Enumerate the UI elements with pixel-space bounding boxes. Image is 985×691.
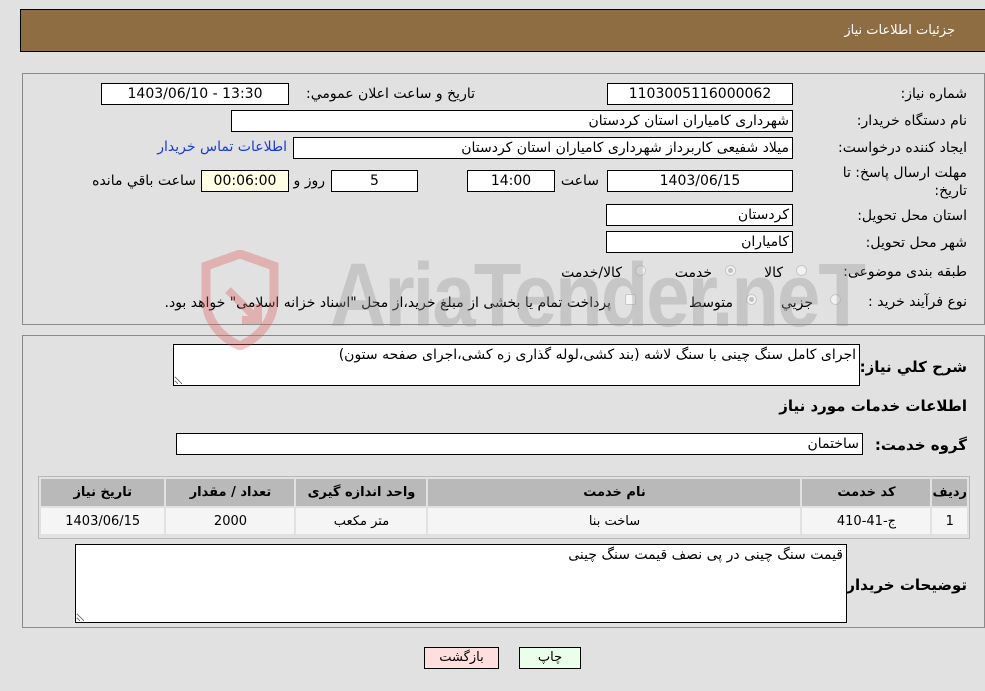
col-row-number: ردیف: [930, 477, 969, 508]
deadline-days-label: روز و: [293, 173, 326, 189]
deadline-days-field: 5: [331, 170, 418, 192]
category-radio-goods[interactable]: [796, 265, 807, 276]
description-label: شرح کلي نیاز:: [859, 358, 967, 376]
cell-service-name: ساخت بنا: [426, 506, 803, 536]
col-unit: واحد اندازه گیری: [294, 477, 429, 508]
cell-quantity: 2000: [164, 506, 297, 536]
deadline-date-field: 1403/06/15: [607, 170, 793, 192]
service-group-label: گروه خدمت:: [874, 436, 967, 454]
requester-field: میلاد شفیعی کاربرداز شهرداری کامیاران اس…: [293, 137, 793, 159]
category-option-goods: کالا: [764, 265, 783, 281]
requester-label: ایجاد کننده درخواست:: [838, 140, 967, 156]
page-title: جزئیات اطلاعات نیاز: [844, 23, 955, 38]
buyer-org-field: شهرداری کامیاران استان کردستان: [231, 110, 793, 132]
col-service-code: کد خدمت: [800, 477, 933, 508]
service-group-field: ساختمان: [176, 433, 863, 455]
delivery-province-label: استان محل تحویل:: [857, 208, 967, 224]
col-service-name: نام خدمت: [426, 477, 803, 508]
delivery-city-field: کامیاران: [606, 231, 793, 253]
deadline-label-line2: تاریخ:: [934, 183, 967, 199]
services-table-wrapper: ردیف کد خدمت نام خدمت واحد اندازه گیری ت…: [38, 476, 970, 539]
col-need-date: تاریخ نیاز: [38, 477, 167, 508]
purchase-type-option-medium: متوسط: [689, 295, 733, 311]
remaining-time-field: 00:06:00: [201, 170, 289, 192]
category-radio-goods-service[interactable]: [635, 265, 646, 276]
treasury-note: پرداخت تمام یا بخشی از مبلغ خرید،از محل …: [164, 295, 611, 311]
print-button[interactable]: چاپ: [519, 647, 581, 669]
treasury-checkbox[interactable]: [625, 294, 636, 305]
back-button[interactable]: بازگشت: [424, 647, 499, 669]
category-option-service: خدمت: [674, 265, 712, 281]
buyer-notes-label: توضیحات خریدار:: [840, 576, 967, 594]
purchase-type-radio-minor[interactable]: [830, 294, 841, 305]
services-section-title: اطلاعات خدمات مورد نیاز: [779, 397, 967, 415]
deadline-label-line1: مهلت ارسال پاسخ: تا: [842, 165, 967, 181]
col-quantity: تعداد / مقدار: [164, 477, 297, 508]
deadline-time-field: 14:00: [467, 170, 555, 192]
table-header-row: ردیف کد خدمت نام خدمت واحد اندازه گیری ت…: [38, 477, 969, 508]
cell-need-date: 1403/06/15: [38, 506, 167, 536]
announce-datetime-field: 1403/06/10 - 13:30: [101, 83, 289, 105]
purchase-type-radio-medium[interactable]: [746, 294, 757, 305]
table-row: 1 ج-41-410 ساخت بنا متر مکعب 2000 1403/0…: [38, 506, 969, 536]
services-table: ردیف کد خدمت نام خدمت واحد اندازه گیری ت…: [38, 477, 969, 536]
announce-datetime-label: تاریخ و ساعت اعلان عمومي:: [306, 86, 475, 102]
cell-service-code: ج-41-410: [800, 506, 933, 536]
deadline-time-label: ساعت: [560, 173, 599, 189]
cell-row-number: 1: [930, 506, 969, 536]
category-label: طبقه بندی موضوعی:: [843, 264, 967, 280]
delivery-province-field: کردستان: [606, 204, 793, 226]
delivery-city-label: شهر محل تحویل:: [865, 235, 967, 251]
category-radio-service[interactable]: [725, 265, 736, 276]
remaining-time-label: ساعت باقي مانده: [92, 173, 196, 189]
buyer-contact-link[interactable]: اطلاعات تماس خریدار: [157, 139, 287, 155]
page-header: جزئیات اطلاعات نیاز: [20, 9, 985, 52]
need-number-label: شماره نیاز:: [900, 86, 968, 102]
cell-unit: متر مکعب: [294, 506, 429, 536]
buyer-org-label: نام دستگاه خریدار:: [856, 113, 967, 129]
category-option-goods-service: کالا/خدمت: [561, 265, 622, 281]
buyer-notes-textarea[interactable]: قیمت سنگ چینی در پی نصف قیمت سنگ چینی: [75, 544, 847, 623]
description-textarea[interactable]: اجرای کامل سنگ چینی با سنگ لاشه (بند کشی…: [173, 344, 860, 386]
purchase-type-option-minor: جزيي: [781, 295, 813, 311]
purchase-type-label: نوع فرآیند خرید :: [868, 294, 967, 310]
need-number-field: 1103005116000062: [607, 83, 793, 105]
